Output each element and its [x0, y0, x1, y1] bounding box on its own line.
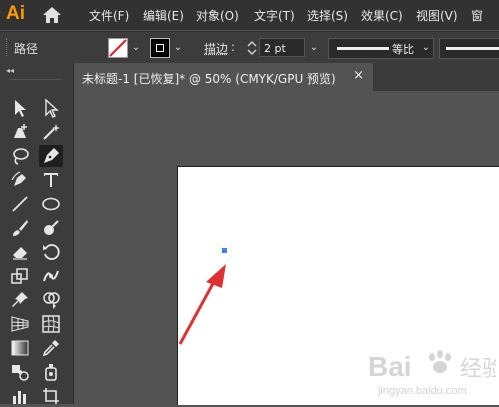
blend-icon: [12, 365, 29, 381]
shape-builder-tool[interactable]: [39, 289, 63, 311]
panel-grip[interactable]: [6, 38, 9, 56]
profile-label: 等比: [389, 41, 417, 57]
document-tab[interactable]: 未标题-1 [已恢复]* @ 50% (CMYK/GPU 预览) ×: [73, 63, 373, 91]
line-segment-tool[interactable]: [8, 193, 32, 215]
menu-effect[interactable]: 效果(C): [361, 7, 403, 24]
eraser-icon: [13, 247, 27, 260]
puppet-warp-tool[interactable]: [39, 265, 63, 287]
direct-selection-arrow-icon: [45, 98, 59, 118]
baidu-paw-logo-icon: Bai 经验 jingyan.baidu.com: [368, 350, 499, 397]
selection-type-label: 路径: [14, 42, 39, 56]
type-tool[interactable]: [39, 169, 63, 191]
fill-swatch[interactable]: [108, 38, 128, 58]
svg-text:Bai: Bai: [368, 351, 412, 382]
document-tab-title: 未标题-1 [已恢复]* @ 50% (CMYK/GPU 预览): [82, 72, 336, 86]
freeform-pen-tool[interactable]: [8, 169, 32, 191]
freeform-pen-icon: [11, 171, 26, 186]
close-icon[interactable]: ×: [353, 68, 364, 83]
menu-type[interactable]: 文字(T): [254, 7, 295, 24]
mesh-icon: [42, 315, 60, 333]
home-icon[interactable]: [42, 6, 62, 24]
rotate-tool[interactable]: [39, 241, 63, 263]
selection-arrow-icon: [15, 100, 26, 117]
baidu-watermark: Bai 经验 jingyan.baidu.com: [360, 340, 499, 400]
eyedropper-icon: [42, 340, 59, 357]
mesh-tool[interactable]: [39, 313, 63, 335]
stroke-weight-stepper[interactable]: [246, 39, 258, 57]
eraser-tool[interactable]: [8, 241, 32, 263]
control-bar: 路径 ⌄ ⌄ 描边 : 2 pt ⌄ 等比 ⌄: [0, 31, 499, 64]
bar-graph-icon: [13, 391, 26, 404]
blend-tool[interactable]: [8, 361, 32, 383]
menu-select[interactable]: 选择(S): [307, 7, 348, 24]
lasso-icon: [13, 148, 29, 165]
tools-panel: ◂◂: [0, 63, 74, 404]
menu-file[interactable]: 文件(F): [89, 7, 129, 24]
type-t-icon: [44, 173, 58, 187]
pen-plus-icon: [14, 124, 27, 138]
paintbrush-tool[interactable]: [8, 217, 32, 239]
stroke-label-colon: :: [231, 40, 236, 54]
free-transform-tool[interactable]: [8, 289, 32, 311]
ellipse-icon: [42, 197, 60, 211]
puppet-warp-icon: [43, 270, 59, 282]
stepper-arrows-icon: [247, 41, 257, 55]
gradient-tool[interactable]: [8, 337, 32, 359]
artboard-icon: [43, 388, 59, 404]
collapse-panel-icon[interactable]: ◂◂: [6, 66, 14, 75]
document-tab-strip: 未标题-1 [已恢复]* @ 50% (CMYK/GPU 预览) ×: [0, 63, 499, 91]
svg-text:jingyan.baidu.com: jingyan.baidu.com: [377, 385, 467, 397]
app-logo: Ai: [6, 3, 25, 24]
lasso-tool[interactable]: [8, 145, 32, 167]
stroke-swatch[interactable]: [150, 38, 170, 58]
direct-selection-tool[interactable]: [39, 97, 63, 119]
menu-view[interactable]: 视图(V): [416, 7, 458, 24]
anchor-point[interactable]: [222, 248, 227, 253]
selection-tool[interactable]: [8, 97, 32, 119]
profile-line-icon: [337, 47, 397, 50]
toolbox-divider: [10, 79, 62, 80]
stroke-weight-chevron-icon[interactable]: ⌄: [307, 40, 321, 56]
brush-line-icon: [446, 47, 499, 50]
scale-icon: [11, 268, 28, 284]
menu-object[interactable]: 对象(O): [196, 7, 239, 24]
line-segment-icon: [12, 196, 28, 212]
live-paint-bucket-tool[interactable]: [39, 361, 63, 383]
annotation-arrow-icon: [178, 264, 226, 345]
perspective-grid-icon: [11, 316, 29, 332]
gradient-icon: [11, 340, 29, 356]
profile-chevron-icon[interactable]: ⌄: [419, 40, 433, 56]
symbol-sprayer-icon: [45, 364, 57, 381]
menu-bar: Ai 文件(F) 编辑(E) 对象(O) 文字(T) 选择(S) 效果(C) 视…: [0, 0, 499, 30]
scale-tool[interactable]: [8, 265, 32, 287]
curvature-pen-tool[interactable]: [8, 121, 32, 143]
stroke-label[interactable]: 描边: [204, 40, 228, 57]
svg-text:经验: 经验: [460, 356, 496, 381]
no-fill-icon: [109, 39, 127, 57]
stroke-dropdown-chevron-icon[interactable]: ⌄: [171, 40, 185, 56]
ellipse-tool[interactable]: [39, 193, 63, 215]
shape-builder-icon: [43, 292, 60, 309]
fill-dropdown-chevron-icon[interactable]: ⌄: [129, 40, 143, 56]
shaper-icon: [44, 220, 59, 235]
stroke-square-icon: [156, 44, 164, 52]
magic-wand-tool[interactable]: [39, 121, 63, 143]
stroke-weight-field[interactable]: 2 pt: [259, 38, 305, 57]
pin-transform-icon: [12, 292, 28, 307]
shaper-tool[interactable]: [39, 217, 63, 239]
magic-wand-icon: [43, 124, 60, 140]
paintbrush-icon: [13, 220, 28, 236]
perspective-grid-tool[interactable]: [8, 313, 32, 335]
menu-window[interactable]: 窗: [471, 7, 483, 24]
rotate-icon: [43, 244, 60, 260]
eyedropper-tool[interactable]: [39, 337, 63, 359]
pen-tool[interactable]: [39, 145, 63, 167]
pen-icon: [44, 148, 59, 163]
brush-definition[interactable]: [439, 38, 499, 59]
menu-edit[interactable]: 编辑(E): [143, 7, 184, 24]
